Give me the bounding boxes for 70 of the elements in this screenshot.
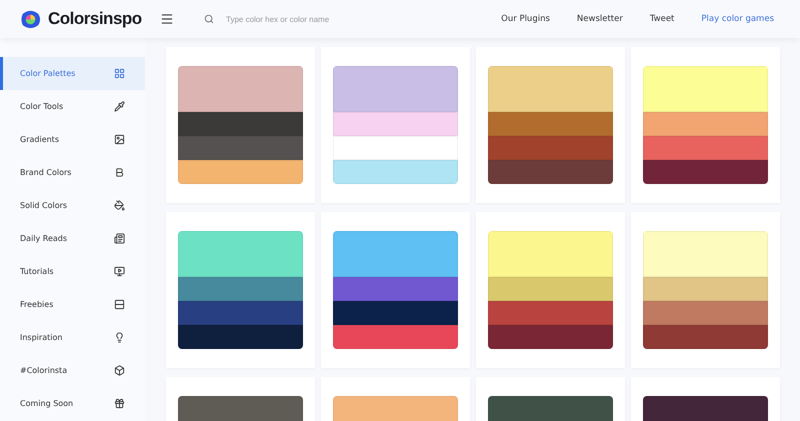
sidebar-item[interactable]: Tutorials [0,255,145,288]
sidebar-item[interactable]: Color Tools [0,90,145,123]
color-swatch[interactable] [333,231,458,277]
color-swatch[interactable] [488,277,613,301]
color-swatch[interactable] [178,277,303,301]
palette-card[interactable] [166,212,315,368]
nav-link[interactable]: Our Plugins [501,14,550,24]
color-swatch[interactable] [178,301,303,325]
sidebar-item[interactable]: Freebies [0,288,145,321]
eyedropper-icon [114,101,125,112]
color-swatch[interactable] [488,160,613,184]
color-swatch[interactable] [333,136,458,160]
color-swatch[interactable] [643,112,768,136]
color-swatch[interactable] [643,301,768,325]
color-swatch[interactable] [488,301,613,325]
color-swatch[interactable] [333,277,458,301]
color-swatch[interactable] [178,325,303,349]
lightbulb-icon [114,332,125,343]
color-swatch[interactable] [643,136,768,160]
sidebar-item[interactable]: Color Palettes [0,57,145,90]
color-swatch[interactable] [333,160,458,184]
sidebar-item[interactable]: Gradients [0,123,145,156]
image-icon [114,134,125,145]
logo-text[interactable]: Colorsinspo [48,9,142,29]
nav-link[interactable]: Play color games [701,14,774,24]
color-swatch[interactable] [333,112,458,136]
menu-icon[interactable] [160,12,174,26]
logo-icon [20,8,41,30]
color-swatch[interactable] [333,301,458,325]
color-swatch[interactable] [178,231,303,277]
color-swatch[interactable] [643,160,768,184]
color-swatch[interactable] [643,325,768,349]
sidebar-item[interactable]: #Colorinsta [0,354,145,387]
color-swatch[interactable] [178,136,303,160]
color-swatch[interactable] [178,160,303,184]
color-swatch[interactable] [333,66,458,112]
paint-bucket-icon [114,200,125,211]
play-screen-icon [114,266,125,277]
sidebar-item[interactable]: Solid Colors [0,189,145,222]
rows-icon [114,299,125,310]
grid-icon [114,68,125,79]
color-swatch[interactable] [333,325,458,349]
color-swatch[interactable] [488,136,613,160]
cube-icon [114,365,125,376]
palette-card[interactable] [166,47,315,203]
palette-card[interactable] [476,47,625,203]
search-icon [204,14,214,24]
color-swatch[interactable] [643,66,768,112]
color-swatch[interactable] [488,231,613,277]
color-swatch[interactable] [643,277,768,301]
search-field[interactable]: Type color hex or color name [224,14,408,24]
palette-card[interactable] [631,212,780,368]
color-swatch[interactable] [643,231,768,277]
palette-card[interactable] [631,47,780,203]
color-swatch[interactable] [178,112,303,136]
color-swatch[interactable] [488,325,613,349]
color-swatch[interactable] [178,66,303,112]
sidebar-item[interactable]: Daily Reads [0,222,145,255]
color-swatch[interactable] [488,112,613,136]
palette-card[interactable] [476,212,625,368]
newspaper-icon [114,233,125,244]
gift-icon [114,398,125,409]
sidebar-item[interactable]: Coming Soon [0,387,145,420]
letter-b-icon [114,167,125,178]
color-swatch[interactable] [488,66,613,112]
sidebar-item[interactable]: Brand Colors [0,156,145,189]
nav-link[interactable]: Tweet [650,14,674,24]
nav-link[interactable]: Newsletter [576,14,623,24]
palette-card[interactable] [321,212,470,368]
sidebar-item[interactable]: Inspiration [0,321,145,354]
